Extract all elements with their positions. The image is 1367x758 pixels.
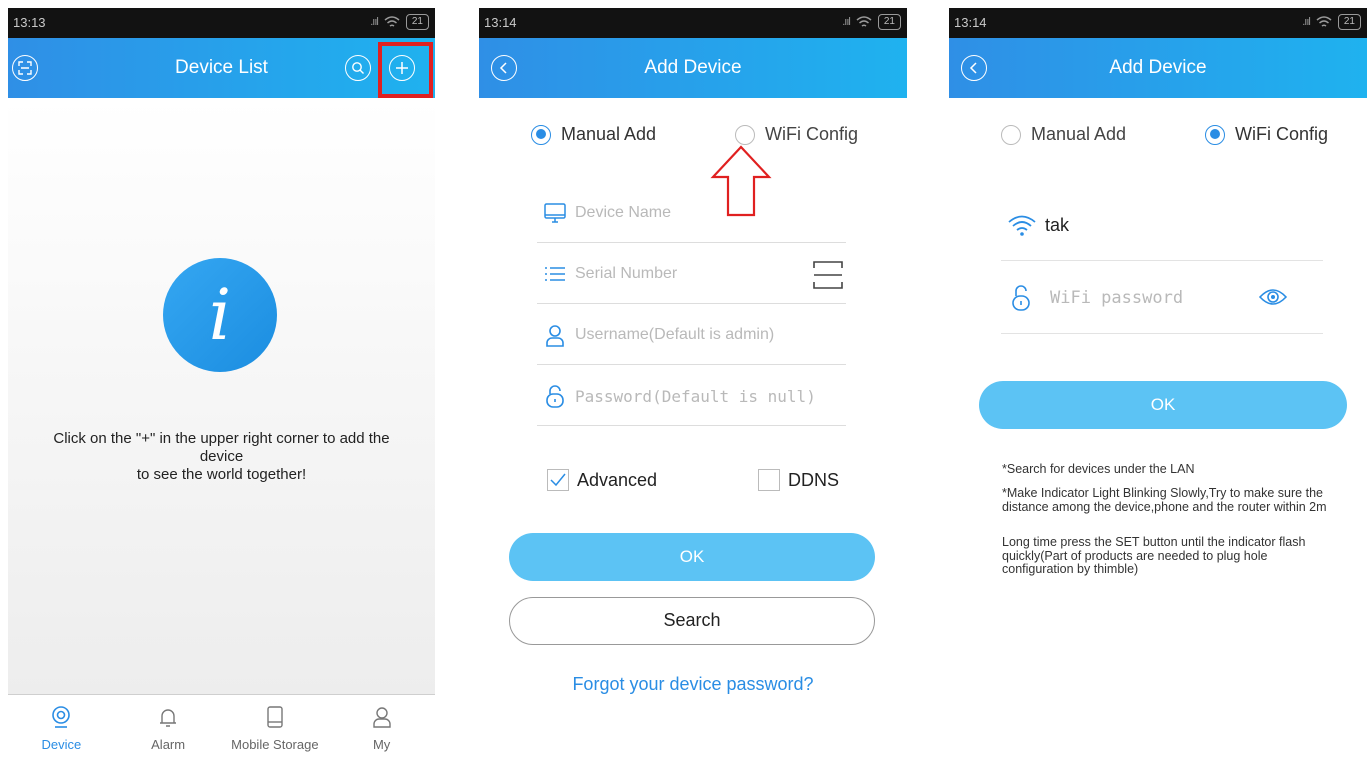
- wifi-ssid: tak: [1045, 215, 1070, 235]
- status-time: 13:14: [484, 15, 517, 30]
- serial-number-field[interactable]: Serial Number: [537, 243, 846, 304]
- user-icon: [372, 707, 391, 728]
- wifi-icon: [1008, 215, 1036, 236]
- search-icon: [352, 62, 364, 74]
- lan-note: *Search for devices under the LAN: [1002, 462, 1195, 476]
- wifi-status-icon: [856, 16, 872, 27]
- wifi-config-option[interactable]: WiFi Config: [735, 124, 858, 145]
- add-mode-selector: Manual Add WiFi Config: [949, 124, 1367, 148]
- page-title: Add Device: [1109, 57, 1207, 78]
- eye-icon[interactable]: [1259, 286, 1287, 308]
- checkmark-icon: [550, 473, 566, 487]
- status-time: 13:14: [954, 15, 987, 30]
- header: Device List: [8, 38, 435, 98]
- search-button[interactable]: Search: [509, 597, 875, 645]
- advanced-checkbox[interactable]: Advanced: [547, 468, 657, 492]
- tab-my[interactable]: My: [328, 695, 435, 758]
- empty-state: i Click on the "+" in the upper right co…: [8, 98, 435, 694]
- wifi-config-option[interactable]: WiFi Config: [1205, 124, 1328, 145]
- wifi-status-icon: [384, 16, 400, 27]
- manual-add-option[interactable]: Manual Add: [1001, 124, 1126, 145]
- device-list-screen: 13:13 .ııl 21 Device List i Click on the…: [8, 8, 435, 758]
- device-name-field[interactable]: Device Name: [537, 182, 846, 243]
- status-bar: 13:14 .ııl 21: [479, 8, 907, 38]
- manual-add-option[interactable]: Manual Add: [531, 124, 656, 145]
- unlock-icon: [1012, 285, 1030, 311]
- add-device-manual-screen: 13:14 .ııl 21 Add Device Manual Add WiFi…: [479, 8, 907, 758]
- checkbox[interactable]: [547, 469, 569, 491]
- forgot-password-link[interactable]: Forgot your device password?: [479, 674, 907, 695]
- username-field[interactable]: Username(Default is admin): [537, 304, 846, 365]
- battery-icon: 21: [877, 14, 901, 30]
- radio-button[interactable]: [735, 124, 755, 145]
- list-icon: [543, 262, 567, 286]
- add-device-wifi-screen: 13:14 .ııl 21 Add Device Manual Add WiFi…: [949, 8, 1367, 758]
- set-button-note: Long time press the SET button until the…: [1002, 535, 1306, 576]
- password-field[interactable]: Password(Default is null): [537, 365, 846, 426]
- status-bar: 13:14 .ııl 21: [949, 8, 1367, 38]
- radio-button[interactable]: [531, 124, 551, 145]
- header: Add Device: [949, 38, 1367, 98]
- qr-scan-icon[interactable]: [812, 260, 844, 290]
- info-icon: i: [163, 258, 277, 372]
- tab-mobile-storage-label: Mobile Storage: [231, 737, 319, 752]
- radio-button[interactable]: [1001, 124, 1021, 145]
- radio-button[interactable]: [1205, 124, 1225, 145]
- tab-alarm-label: Alarm: [151, 737, 186, 752]
- signal-icon: .ııl: [370, 16, 379, 28]
- search-button[interactable]: [345, 55, 371, 81]
- bell-icon: [160, 709, 177, 727]
- wifi-network-row: tak: [1001, 207, 1323, 261]
- wifi-status-icon: [1316, 16, 1332, 27]
- signal-icon: .ııl: [842, 16, 851, 28]
- tab-mobile-storage[interactable]: Mobile Storage: [222, 695, 329, 758]
- header: Add Device: [479, 38, 907, 98]
- lock-icon: [543, 384, 567, 408]
- camera-icon: [52, 706, 71, 728]
- empty-message: Click on the "+" in the upper right corn…: [53, 430, 390, 483]
- tab-alarm[interactable]: Alarm: [115, 695, 222, 758]
- user-icon: [543, 323, 567, 347]
- tab-device-label: Device: [41, 737, 82, 752]
- battery-icon: 21: [405, 14, 429, 30]
- monitor-icon: [543, 201, 567, 225]
- tab-device[interactable]: Device: [8, 695, 115, 758]
- add-mode-selector: Manual Add WiFi Config: [479, 124, 907, 148]
- tablet-icon: [267, 706, 283, 728]
- ok-button[interactable]: OK: [509, 533, 875, 581]
- ddns-checkbox[interactable]: DDNS: [758, 468, 839, 492]
- signal-icon: .ııl: [1302, 16, 1311, 28]
- indicator-note: *Make Indicator Light Blinking Slowly,Tr…: [1002, 486, 1327, 514]
- page-title: Add Device: [644, 57, 742, 78]
- checkbox[interactable]: [758, 469, 780, 491]
- wifi-password-field[interactable]: WiFi password: [1001, 262, 1323, 334]
- status-bar: 13:13 .ııl 21: [8, 8, 435, 38]
- status-time: 13:13: [13, 15, 46, 30]
- highlight-box: [378, 42, 433, 98]
- battery-icon: 21: [1337, 14, 1361, 30]
- tab-bar: Device Alarm Mobile Storage My: [8, 694, 435, 758]
- tab-my-label: My: [372, 737, 391, 752]
- ok-button[interactable]: OK: [979, 381, 1347, 429]
